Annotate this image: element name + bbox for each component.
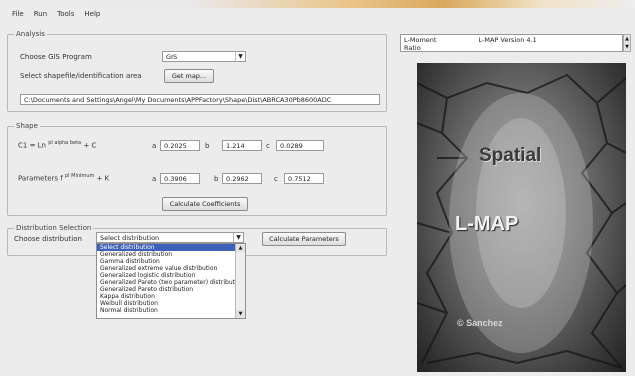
info-scrollbar[interactable]: ▲ ▼ bbox=[623, 34, 631, 52]
row1-b-field[interactable]: 1.214 bbox=[222, 140, 262, 151]
list-item[interactable]: Generalized Pareto (two parameter) distr… bbox=[97, 279, 245, 286]
scroll-up-icon[interactable]: ▲ bbox=[236, 244, 245, 252]
gis-program-value: GIS bbox=[166, 53, 178, 61]
beta2-label: b bbox=[214, 175, 219, 183]
calculate-coefficients-button[interactable]: Calculate Coefficients bbox=[162, 197, 248, 211]
list-item[interactable]: Weibull distribution bbox=[97, 300, 245, 307]
cracked-earth-pattern bbox=[417, 73, 626, 369]
poster-subtitle: L-MAP bbox=[455, 213, 519, 235]
chevron-down-icon: ▼ bbox=[233, 233, 243, 242]
chevron-down-icon: ▼ bbox=[235, 52, 245, 61]
list-item[interactable]: Select distribution bbox=[97, 244, 245, 251]
list-item[interactable]: Kappa distribution bbox=[97, 293, 245, 300]
formula2-sup: pl Minimum bbox=[65, 173, 95, 179]
distribution-legend: Distribution Selection bbox=[16, 224, 92, 232]
formula1-text: C1 = Ln bbox=[18, 141, 46, 150]
analysis-legend: Analysis bbox=[16, 30, 45, 38]
poster-title: Spatial bbox=[479, 145, 542, 166]
distribution-selected-value: Select distribution bbox=[100, 234, 160, 242]
spatial-lmap-logo-image: Spatial L-MAP © Sanchez bbox=[417, 63, 626, 372]
poster-credit: © Sanchez bbox=[457, 318, 503, 328]
list-item[interactable]: Generalized logistic distribution bbox=[97, 272, 245, 279]
gis-program-select[interactable]: GIS ▼ bbox=[162, 51, 246, 62]
info-label2: Ratio bbox=[404, 44, 421, 52]
alpha-label: a bbox=[152, 142, 157, 150]
list-item[interactable]: Generalized extreme value distribution bbox=[97, 265, 245, 272]
choose-distribution-label: Choose distribution bbox=[14, 235, 82, 243]
row1-c-field[interactable]: 0.0289 bbox=[276, 140, 324, 151]
info-box: L-Moment L-MAP Version 4.1 Ratio bbox=[400, 34, 623, 52]
shapefile-label: Select shapefile/identification area bbox=[20, 72, 142, 80]
menu-file[interactable]: File bbox=[12, 10, 24, 22]
formula1-sup: pl alpha beta bbox=[48, 140, 82, 146]
menu-bar: File Run Tools Help bbox=[0, 10, 407, 22]
shape-legend: Shape bbox=[16, 122, 38, 130]
list-item[interactable]: Generalized Pareto distribution bbox=[97, 286, 245, 293]
alpha2-label: a bbox=[152, 175, 157, 183]
row2-b-field[interactable]: 0.2962 bbox=[222, 173, 262, 184]
row1-a-field[interactable]: 0.2025 bbox=[160, 140, 200, 151]
list-item[interactable]: Generalized distribution bbox=[97, 251, 245, 258]
info-label: L-Moment bbox=[404, 36, 437, 44]
formula1-suffix: + C bbox=[83, 141, 97, 150]
choose-gis-label: Choose GIS Program bbox=[20, 53, 92, 61]
formula2-text: Parameters f bbox=[18, 174, 63, 183]
distribution-dropdown-list[interactable]: Select distribution Generalized distribu… bbox=[96, 243, 246, 319]
distribution-select[interactable]: Select distribution ▼ bbox=[96, 232, 244, 243]
menu-tools[interactable]: Tools bbox=[57, 10, 74, 22]
c2-label: c bbox=[274, 175, 278, 183]
info-value: L-MAP Version 4.1 bbox=[478, 36, 537, 44]
beta-label: b bbox=[205, 142, 210, 150]
row2-c-field[interactable]: 0.7512 bbox=[284, 173, 324, 184]
formula1-label: C1 = Ln pl alpha beta + C bbox=[18, 140, 96, 149]
menu-run[interactable]: Run bbox=[34, 10, 47, 22]
list-scrollbar[interactable]: ▲ ▼ bbox=[235, 244, 245, 318]
list-item[interactable]: Normal distribution bbox=[97, 307, 245, 314]
c-label: c bbox=[266, 142, 270, 150]
shapefile-path-field[interactable]: C:\Documents and Settings\Angel\My Docum… bbox=[20, 94, 380, 105]
list-item[interactable]: Gamma distribution bbox=[97, 258, 245, 265]
get-map-button[interactable]: Get map... bbox=[164, 69, 214, 83]
calculate-parameters-button[interactable]: Calculate Parameters bbox=[262, 232, 346, 246]
formula2-suffix: + K bbox=[96, 174, 110, 183]
menu-help[interactable]: Help bbox=[84, 10, 100, 22]
formula2-label: Parameters f pl Minimum + K bbox=[18, 173, 109, 182]
scroll-down-icon[interactable]: ▼ bbox=[236, 310, 245, 318]
row2-a-field[interactable]: 0.3906 bbox=[160, 173, 200, 184]
